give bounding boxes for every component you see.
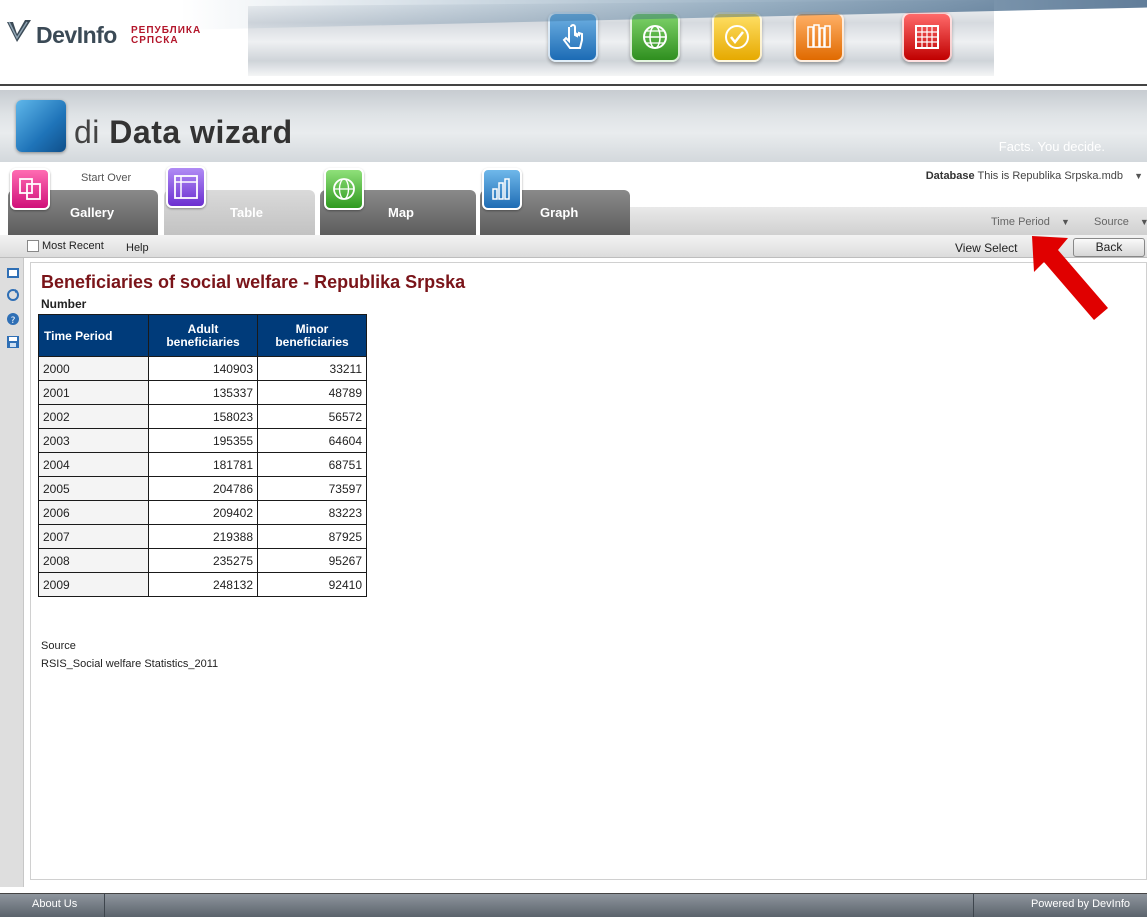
value-cell: 87925 xyxy=(257,524,367,549)
database-selector[interactable]: Database This is Republika Srpska.mdb ▼ xyxy=(926,170,1143,182)
annotation-arrow-icon xyxy=(1032,236,1108,320)
tab-table-label: Table xyxy=(230,205,263,220)
app-title-prefix: di xyxy=(74,114,100,150)
value-cell: 235275 xyxy=(148,548,258,573)
time-period-cell: 2004 xyxy=(38,452,149,477)
value-cell: 248132 xyxy=(148,572,258,597)
calendar-icon[interactable] xyxy=(902,12,952,62)
time-period-cell: 2003 xyxy=(38,428,149,453)
value-cell: 64604 xyxy=(257,428,367,453)
table-row: 2004 181781 68751 xyxy=(38,452,367,477)
time-period-label: Time Period xyxy=(991,216,1050,228)
value-cell: 83223 xyxy=(257,500,367,525)
table-row: 2003 195355 64604 xyxy=(38,428,367,453)
table-row: 2000 140903 33211 xyxy=(38,356,367,381)
report-title: Beneficiaries of social welfare - Republ… xyxy=(41,272,466,292)
table-icon[interactable] xyxy=(166,166,206,208)
time-period-cell: 2006 xyxy=(38,500,149,525)
report-unit: Number xyxy=(41,297,87,311)
app-title-main: Data wizard xyxy=(109,114,293,150)
di-logo-icon xyxy=(16,100,66,152)
value-cell: 140903 xyxy=(148,356,258,381)
tab-graph-label: Graph xyxy=(540,205,579,220)
time-period-cell: 2000 xyxy=(38,356,149,381)
value-cell: 135337 xyxy=(148,380,258,405)
table-row: 2008 235275 95267 xyxy=(38,548,367,573)
table-row: 2007 219388 87925 xyxy=(38,524,367,549)
value-cell: 181781 xyxy=(148,452,258,477)
value-cell: 158023 xyxy=(148,404,258,429)
help-link[interactable]: Help xyxy=(126,242,149,254)
time-period-cell: 2002 xyxy=(38,404,149,429)
source-value: RSIS_Social welfare Statistics_2011 xyxy=(41,658,219,670)
most-recent-toggle[interactable]: Most Recent xyxy=(27,240,104,252)
export-icon[interactable] xyxy=(6,266,20,280)
help-circle-icon[interactable]: ? xyxy=(6,312,20,326)
value-cell: 56572 xyxy=(257,404,367,429)
save-icon[interactable] xyxy=(6,335,20,349)
chevron-down-icon: ▼ xyxy=(1134,171,1143,181)
table-row: 2001 135337 48789 xyxy=(38,380,367,405)
footer-divider xyxy=(973,893,974,917)
table-row: 2005 204786 73597 xyxy=(38,476,367,501)
footer xyxy=(0,893,1147,917)
most-recent-label: Most Recent xyxy=(42,240,104,252)
tab-gallery-label: Gallery xyxy=(70,205,115,220)
value-cell: 95267 xyxy=(257,548,367,573)
view-selections-link[interactable]: View Select xyxy=(955,241,1017,255)
value-cell: 209402 xyxy=(148,500,258,525)
value-cell: 33211 xyxy=(257,356,367,381)
value-cell: 73597 xyxy=(257,476,367,501)
value-cell: 204786 xyxy=(148,476,258,501)
source-filter-label: Source xyxy=(1094,216,1129,228)
devinfo-logo-icon xyxy=(7,20,31,42)
table-row: 2009 248132 92410 xyxy=(38,572,367,597)
value-cell: 195355 xyxy=(148,428,258,453)
globe-icon[interactable] xyxy=(324,168,364,210)
refresh-icon[interactable] xyxy=(6,288,20,302)
powered-by-text: Powered by DevInfo xyxy=(1030,898,1130,910)
logo-subtitle-line2: СРПСКА xyxy=(131,35,179,46)
data-table: Time Period Adult beneficiaries Minor be… xyxy=(38,314,367,597)
source-filter[interactable]: Source ▼ xyxy=(1094,216,1147,228)
table-row: 2002 158023 56572 xyxy=(38,404,367,429)
tab-map-label: Map xyxy=(388,205,414,220)
check-icon[interactable] xyxy=(712,12,762,62)
time-period-cell: 2007 xyxy=(38,524,149,549)
value-cell: 48789 xyxy=(257,380,367,405)
books-icon[interactable] xyxy=(794,12,844,62)
banner-divider xyxy=(0,84,1147,86)
time-period-cell: 2008 xyxy=(38,548,149,573)
column-header[interactable]: Time Period xyxy=(38,314,149,357)
globe-icon[interactable] xyxy=(630,12,680,62)
tagline: Facts. You decide. xyxy=(998,139,1105,154)
column-header[interactable]: Minor beneficiaries xyxy=(257,314,367,357)
chevron-down-icon: ▼ xyxy=(1139,217,1147,227)
gallery-icon[interactable] xyxy=(10,168,50,210)
svg-text:?: ? xyxy=(11,316,16,326)
start-over-link[interactable]: Start Over xyxy=(81,172,131,184)
chevron-down-icon: ▼ xyxy=(1060,217,1070,227)
value-cell: 92410 xyxy=(257,572,367,597)
source-label: Source xyxy=(41,640,76,652)
time-period-cell: 2001 xyxy=(38,380,149,405)
footer-divider xyxy=(104,893,105,917)
tool-strip xyxy=(0,258,24,887)
column-header[interactable]: Adult beneficiaries xyxy=(148,314,258,357)
table-header-row: Time Period Adult beneficiaries Minor be… xyxy=(38,314,367,357)
value-cell: 68751 xyxy=(257,452,367,477)
devinfo-logo-text: DevInfo xyxy=(36,22,117,48)
time-period-filter[interactable]: Time Period ▼ xyxy=(991,216,1070,228)
table-row: 2006 209402 83223 xyxy=(38,500,367,525)
app-title: di Data wizard xyxy=(74,114,293,151)
bar-chart-icon[interactable] xyxy=(482,168,522,210)
time-period-cell: 2005 xyxy=(38,476,149,501)
most-recent-checkbox[interactable] xyxy=(27,240,39,252)
about-us-link[interactable]: About Us xyxy=(32,898,77,910)
value-cell: 219388 xyxy=(148,524,258,549)
time-period-cell: 2009 xyxy=(38,572,149,597)
database-value: This is Republika Srpska.mdb xyxy=(977,170,1124,182)
database-label: Database xyxy=(925,170,975,182)
